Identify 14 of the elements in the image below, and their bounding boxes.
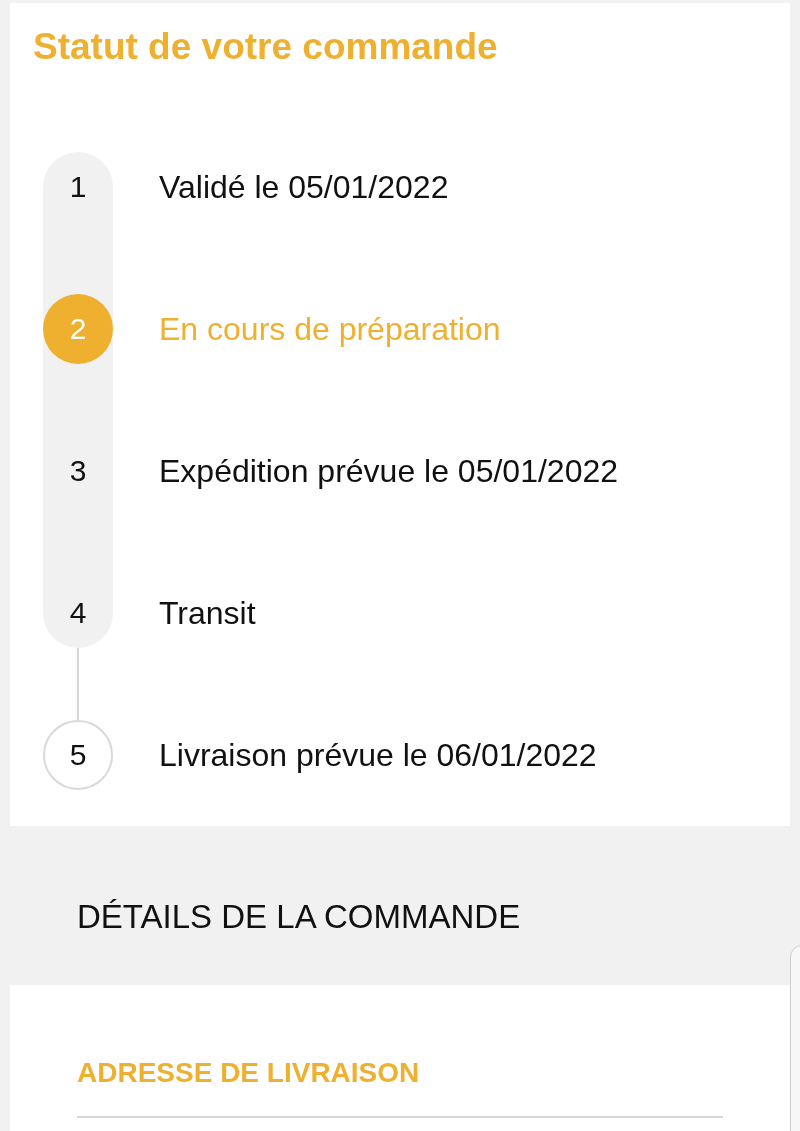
step-label: Livraison prévue le 06/01/2022: [159, 736, 597, 774]
current-step-marker: 2: [43, 294, 113, 364]
step-number: 1: [69, 170, 87, 204]
status-title: Statut de votre commande: [33, 25, 498, 69]
section-title: ADRESSE DE LIVRAISON: [77, 1056, 420, 1090]
step-label: Transit: [159, 594, 256, 632]
details-heading: DÉTAILS DE LA COMMANDE: [77, 897, 521, 937]
step-number: 3: [69, 454, 87, 488]
step-connector: [77, 648, 79, 720]
step-marker: 5: [43, 720, 113, 790]
step-label: En cours de préparation: [159, 310, 501, 348]
step-number: 4: [69, 596, 87, 630]
step-label: Expédition prévue le 05/01/2022: [159, 452, 618, 490]
step-label: Validé le 05/01/2022: [159, 168, 449, 206]
